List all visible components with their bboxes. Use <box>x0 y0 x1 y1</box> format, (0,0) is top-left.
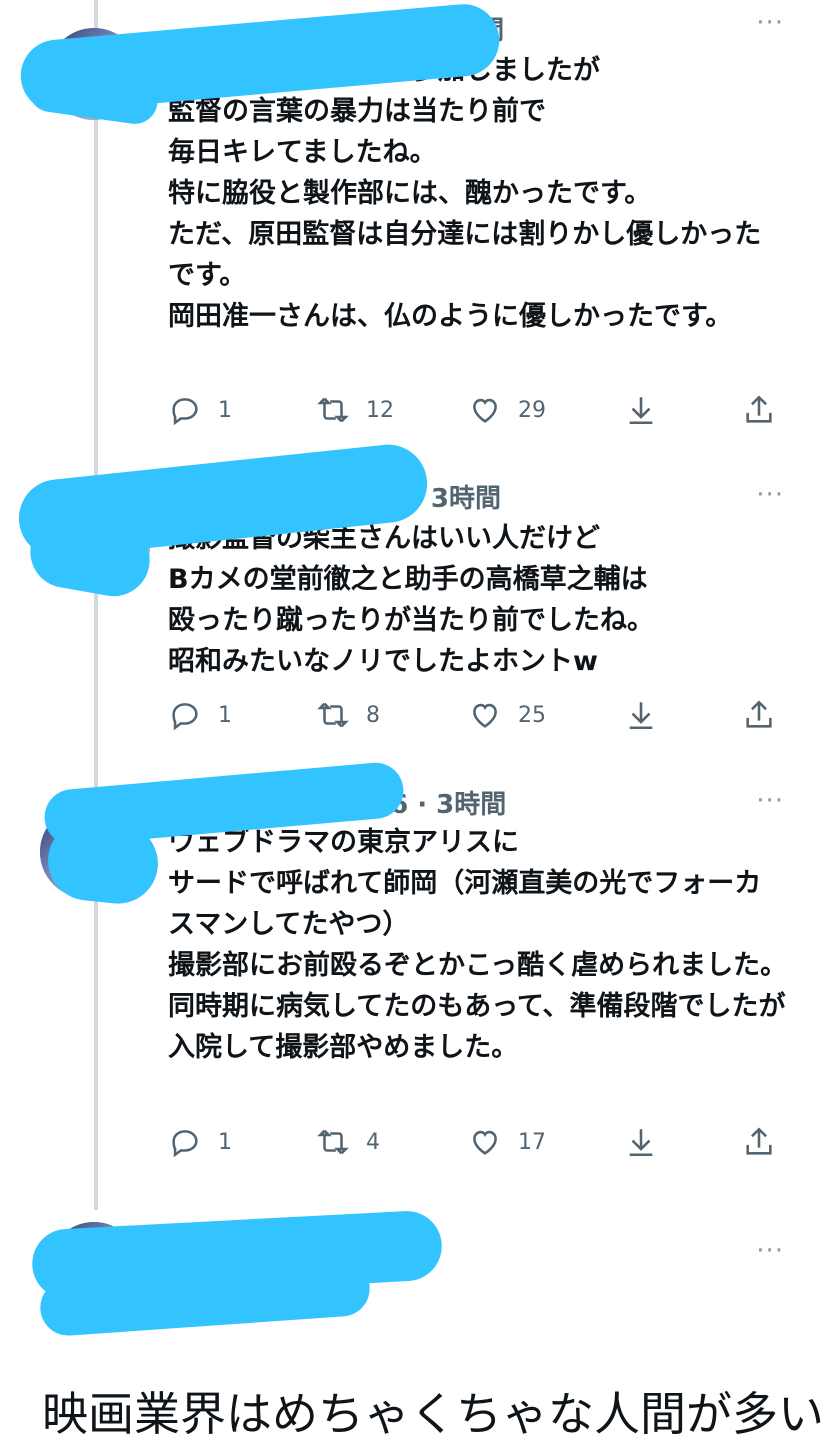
like-button[interactable]: 29 <box>468 393 546 427</box>
thread-line <box>94 0 98 1210</box>
reply-count: 1 <box>218 702 232 728</box>
more-options-icon[interactable]: ··· <box>756 1236 784 1266</box>
reply-button[interactable]: 1 <box>168 1125 232 1159</box>
save-button[interactable] <box>624 698 658 732</box>
share-icon <box>746 1127 772 1155</box>
retweet-button[interactable]: 8 <box>316 698 380 732</box>
like-button[interactable]: 25 <box>468 698 546 732</box>
share-button[interactable] <box>742 393 776 427</box>
reply-icon <box>172 703 198 731</box>
retweet-count: 4 <box>366 1129 380 1155</box>
more-options-icon[interactable]: ··· <box>756 480 784 510</box>
reply-button[interactable]: 1 <box>168 393 232 427</box>
tweet-text: 撮影監督の柴主さんはいい人だけど Bカメの堂前徹之と助手の高橋草之輔は 殴ったり… <box>168 523 654 677</box>
more-options-icon[interactable]: ··· <box>756 786 784 816</box>
reply-count: 1 <box>218 397 232 423</box>
reply-count: 1 <box>218 1129 232 1155</box>
save-button[interactable] <box>624 393 658 427</box>
share-button[interactable] <box>742 698 776 732</box>
reply-button[interactable]: 1 <box>168 698 232 732</box>
tweet-text: ウェブドラマの東京アリスに サードで呼ばれて師岡（河瀬直美の光でフォーカスマンし… <box>168 827 788 1063</box>
share-icon <box>746 395 772 423</box>
retweet-icon <box>317 1129 349 1155</box>
save-icon <box>629 1129 653 1157</box>
like-button[interactable]: 17 <box>468 1125 546 1159</box>
like-icon <box>473 398 497 423</box>
retweet-icon <box>317 397 349 423</box>
save-icon <box>629 702 653 730</box>
tweet-actions: 1 8 25 <box>168 698 788 738</box>
tweet-actions: 1 4 17 <box>168 1125 788 1165</box>
next-tweet-text: 映画業界はめちゃくちゃな人間が多い <box>42 1387 824 1441</box>
like-count: 29 <box>518 397 546 423</box>
retweet-count: 12 <box>366 397 394 423</box>
share-button[interactable] <box>742 1125 776 1159</box>
like-icon <box>473 1130 497 1155</box>
retweet-icon <box>317 702 349 728</box>
like-icon <box>473 703 497 728</box>
save-button[interactable] <box>624 1125 658 1159</box>
share-icon <box>746 700 772 728</box>
tweet-actions: 1 12 29 <box>168 393 788 433</box>
retweet-button[interactable]: 4 <box>316 1125 380 1159</box>
reply-icon <box>172 1130 198 1158</box>
retweet-count: 8 <box>366 702 380 728</box>
retweet-button[interactable]: 12 <box>316 393 394 427</box>
like-count: 17 <box>518 1129 546 1155</box>
save-icon <box>629 397 653 425</box>
more-options-icon[interactable]: ··· <box>756 8 784 38</box>
like-count: 25 <box>518 702 546 728</box>
reply-icon <box>172 398 198 426</box>
